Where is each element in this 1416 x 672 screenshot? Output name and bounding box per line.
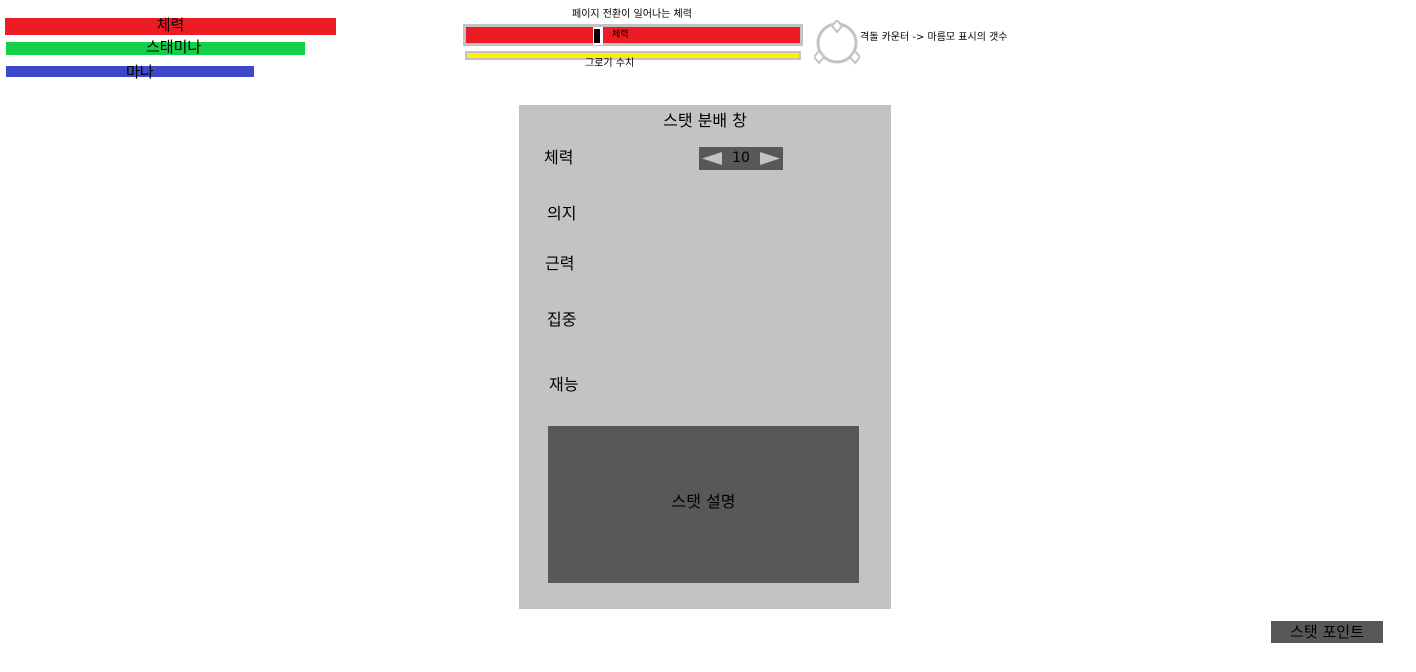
stat-label-strength: 근력: [545, 254, 575, 273]
page-transition-caption: 페이지 전환이 일어나는 체력: [572, 9, 692, 20]
right-triangle-icon[interactable]: [757, 147, 783, 170]
stat-point-button[interactable]: 스탯 포인트: [1271, 621, 1383, 643]
stat-label-vitality: 체력: [544, 148, 574, 167]
player-mana-bar: 마나: [6, 63, 254, 81]
stat-label-will: 의지: [547, 204, 577, 223]
player-mana-label: 마나: [126, 63, 154, 81]
parry-counter-caption: 격돌 카운터 -> 마름모 표시의 갯수: [860, 32, 1008, 43]
diamond-counter-icon: [814, 20, 860, 65]
enemy-hp-label: 체력: [612, 30, 629, 40]
page-transition-marker-icon: [593, 27, 603, 45]
stat-label-talent: 재능: [549, 375, 579, 394]
stat-window-title: 스탯 분배 창: [663, 111, 747, 130]
stat-label-focus: 집중: [547, 310, 577, 329]
left-triangle-icon[interactable]: [699, 147, 725, 170]
stat-description-text: 스탯 설명: [671, 492, 736, 511]
player-hp-bar: 체력: [5, 16, 336, 35]
stat-description-box: 스탯 설명: [548, 426, 859, 583]
enemy-hp-bar: 체력: [463, 24, 803, 46]
player-stamina-label: 스태미나: [146, 38, 202, 56]
groggy-caption: 그로기 수치: [585, 58, 635, 69]
enemy-hp-fill: 체력: [466, 27, 800, 45]
player-stamina-bar: 스태미나: [6, 38, 305, 56]
vitality-value: 10: [732, 150, 750, 166]
player-hp-label: 체력: [156, 16, 185, 34]
vitality-stepper[interactable]: 10: [699, 147, 783, 170]
stat-distribution-window: 스탯 분배 창 체력 10 의지 근력 집중 재능 스탯 설명: [519, 105, 891, 609]
